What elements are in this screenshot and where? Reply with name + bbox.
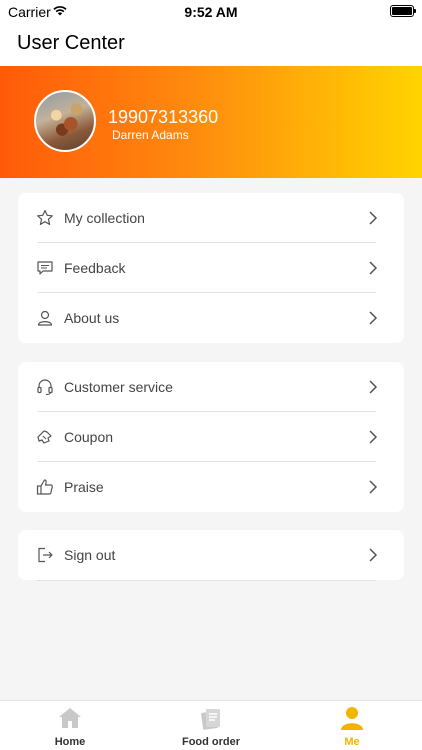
- chevron-right-icon: [369, 380, 378, 394]
- nav-bar: User Center: [0, 24, 422, 66]
- menu-item-label: Sign out: [64, 547, 116, 563]
- menu-item-label: About us: [64, 310, 120, 326]
- profile-phone: 19907313360: [108, 107, 219, 127]
- tab-me[interactable]: Me: [282, 701, 422, 750]
- menu-item-label: My collection: [64, 210, 145, 226]
- coupon-icon: [37, 430, 52, 444]
- menu-item-label: Praise: [64, 479, 104, 495]
- tab-label: Home: [54, 736, 86, 748]
- divider: [37, 580, 376, 581]
- chevron-right-icon: [369, 430, 378, 444]
- chevron-right-icon: [369, 480, 378, 494]
- tab-home[interactable]: Home: [0, 701, 140, 750]
- home-icon: [59, 708, 81, 728]
- profile-name: Darren Adams: [112, 128, 189, 142]
- menu-item-praise[interactable]: Praise: [18, 462, 404, 512]
- page-title: User Center: [17, 32, 125, 54]
- chevron-right-icon: [369, 311, 378, 325]
- menu-item-coupon[interactable]: Coupon: [18, 412, 404, 462]
- chevron-right-icon: [369, 211, 378, 225]
- headset-icon: [37, 379, 53, 396]
- menu-item-sign-out[interactable]: Sign out: [18, 530, 404, 581]
- person-icon: [341, 707, 363, 730]
- menu-card-services: Customer service Coupon Praise: [18, 362, 404, 512]
- menu-item-customer-service[interactable]: Customer service: [18, 362, 404, 412]
- tab-bar: Home Food order Me: [0, 700, 422, 750]
- menu-item-my-collection[interactable]: My collection: [18, 193, 404, 243]
- profile-banner[interactable]: 19907313360 Darren Adams: [0, 66, 422, 178]
- status-bar: Carrier 9:52 AM: [0, 0, 422, 24]
- sign-out-icon: [38, 547, 53, 563]
- tab-label: Food order: [181, 736, 241, 748]
- person-icon: [37, 310, 53, 326]
- menu-item-label: Customer service: [64, 379, 173, 395]
- avatar[interactable]: [34, 90, 96, 152]
- clock: 9:52 AM: [184, 4, 238, 20]
- menu-item-label: Coupon: [64, 429, 114, 445]
- chevron-right-icon: [369, 548, 378, 562]
- tab-label: Me: [344, 736, 360, 748]
- menu-item-about-us[interactable]: About us: [18, 293, 404, 343]
- chevron-right-icon: [369, 261, 378, 275]
- menu-card-primary: My collection Feedback About us: [18, 193, 404, 343]
- thumbs-up-icon: [36, 479, 53, 495]
- menu-card-account: Sign out: [18, 530, 404, 581]
- menu-item-label: Feedback: [64, 260, 126, 276]
- menu-item-feedback[interactable]: Feedback: [18, 243, 404, 293]
- message-icon: [37, 261, 53, 275]
- battery-icon: [390, 5, 416, 17]
- tab-food-order[interactable]: Food order: [141, 701, 281, 750]
- food-order-icon: [201, 709, 220, 730]
- star-icon: [37, 209, 53, 225]
